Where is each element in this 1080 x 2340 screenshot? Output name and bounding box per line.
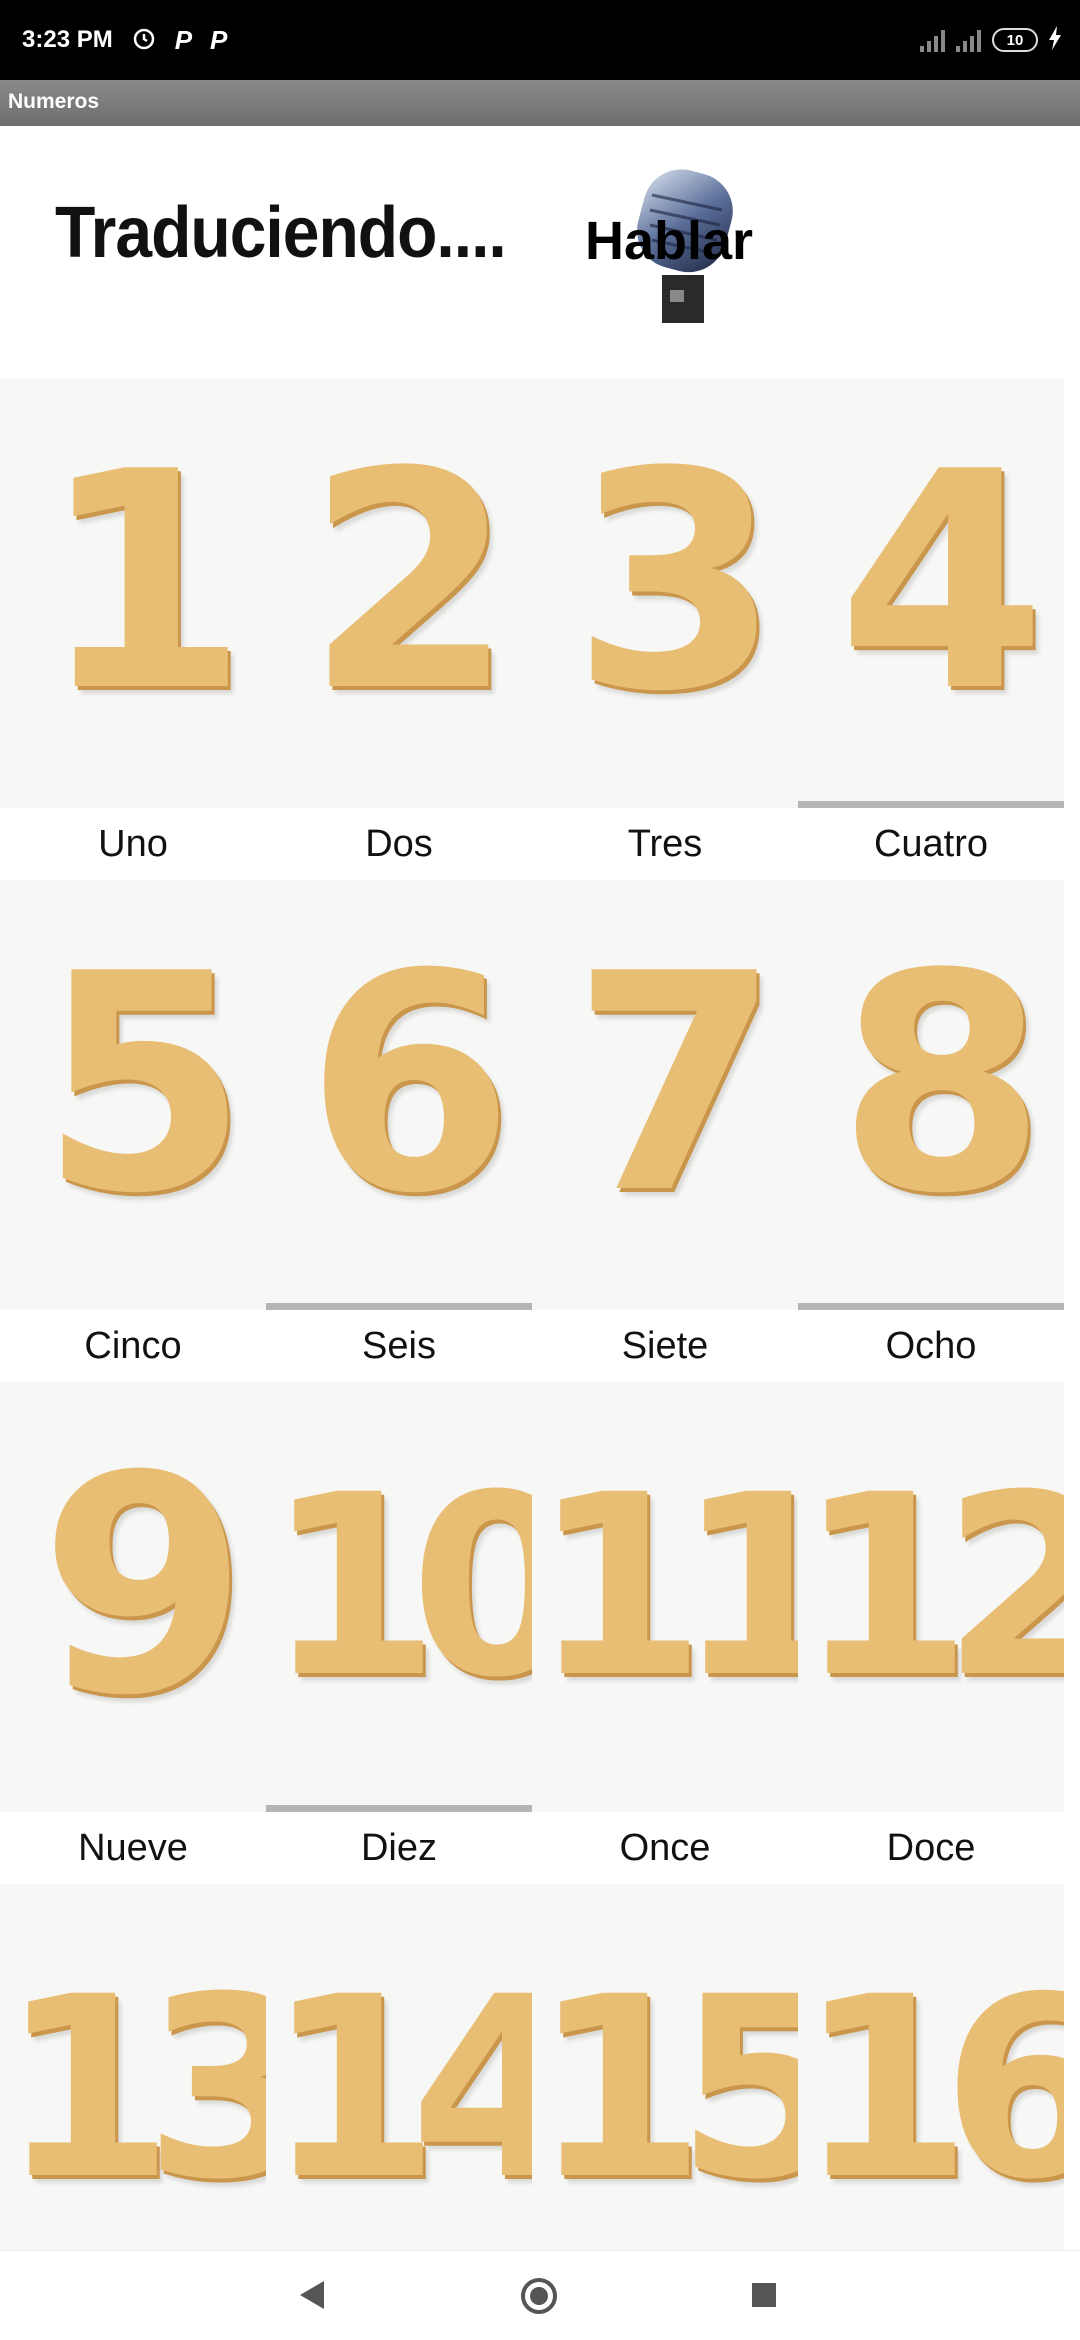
number-image: 5 <box>0 880 266 1310</box>
number-digit: 15 <box>532 1943 798 2234</box>
charging-icon <box>1048 25 1062 55</box>
number-image: 7 <box>532 880 798 1310</box>
number-image: 4 <box>798 378 1064 808</box>
number-digit: 7 <box>571 910 781 1259</box>
number-label: Tres <box>627 823 703 865</box>
speak-label[interactable]: Hablar <box>585 210 753 272</box>
battery-icon: 10 <box>992 28 1038 52</box>
number-card[interactable]: 1 Uno <box>0 378 266 880</box>
number-card[interactable]: 10 Diez <box>266 1382 532 1884</box>
number-image: 11 <box>532 1382 798 1812</box>
number-card[interactable]: 11 Once <box>532 1382 798 1884</box>
p-icon: P <box>174 24 193 55</box>
number-image: 1 <box>0 378 266 808</box>
number-digit: 2 <box>305 408 515 757</box>
number-image: 16 <box>798 1884 1064 2250</box>
number-card[interactable]: 2 Dos <box>266 378 532 880</box>
number-label: Siete <box>621 1325 709 1367</box>
number-label: Dos <box>365 823 433 865</box>
number-label: Cuatro <box>873 823 989 865</box>
navigation-bar <box>0 2250 1080 2340</box>
number-digit: 9 <box>39 1412 249 1761</box>
number-image: 15 <box>532 1884 798 2250</box>
number-card[interactable]: 8 Ocho <box>798 880 1064 1382</box>
number-image: 8 <box>798 880 1064 1310</box>
number-label: Seis <box>362 1325 436 1367</box>
number-label: Doce <box>886 1827 976 1869</box>
home-icon[interactable] <box>521 2278 557 2314</box>
number-digit: 6 <box>305 910 515 1259</box>
number-image: 12 <box>798 1382 1064 1812</box>
number-card[interactable]: 3 Tres <box>532 378 798 880</box>
number-digit: 1 <box>39 408 249 757</box>
number-card[interactable]: 15 <box>532 1884 798 2250</box>
number-label: Once <box>619 1827 711 1869</box>
signal-icon <box>956 28 982 52</box>
number-digit: 16 <box>798 1943 1064 2234</box>
number-card[interactable]: 16 <box>798 1884 1064 2250</box>
number-digit: 5 <box>39 910 249 1259</box>
number-label: Cinco <box>84 1325 182 1367</box>
number-digit: 3 <box>571 408 781 757</box>
translating-status: Traduciendo.... <box>55 191 507 273</box>
number-label: Uno <box>98 823 168 865</box>
number-image: 14 <box>266 1884 532 2250</box>
number-image: 13 <box>0 1884 266 2250</box>
status-bar: 3:23 PM P P 10 <box>0 0 1080 80</box>
number-card[interactable]: 6 Seis <box>266 880 532 1382</box>
number-digit: 13 <box>0 1943 266 2234</box>
number-digit: 8 <box>837 910 1047 1259</box>
number-image: 9 <box>0 1382 266 1812</box>
number-digit: 4 <box>837 408 1047 757</box>
back-icon[interactable] <box>300 2281 324 2309</box>
app-title: Numeros <box>8 90 100 113</box>
number-digit: 12 <box>798 1441 1064 1732</box>
number-card[interactable]: 5 Cinco <box>0 880 266 1382</box>
signal-icon <box>920 28 946 52</box>
p-icon: P <box>210 24 228 55</box>
app-bar: Numeros <box>0 80 1080 126</box>
number-label: Ocho <box>885 1325 977 1367</box>
number-card[interactable]: 12 Doce <box>798 1382 1064 1884</box>
number-image: 2 <box>266 378 532 808</box>
number-digit: 14 <box>266 1943 532 2234</box>
recent-apps-icon[interactable] <box>752 2283 776 2307</box>
number-card[interactable]: 4 Cuatro <box>798 378 1064 880</box>
number-digit: 11 <box>532 1441 798 1732</box>
number-image: 6 <box>266 880 532 1310</box>
number-card[interactable]: 13 <box>0 1884 266 2250</box>
number-image: 10 <box>266 1382 532 1812</box>
number-card[interactable]: 7 Siete <box>532 880 798 1382</box>
number-card[interactable]: 14 <box>266 1884 532 2250</box>
number-card[interactable]: 9 Nueve <box>0 1382 266 1884</box>
number-image: 3 <box>532 378 798 808</box>
number-digit: 10 <box>266 1441 532 1732</box>
alarm-icon <box>131 25 157 56</box>
status-time: 3:23 PM <box>22 26 113 53</box>
number-label: Diez <box>360 1827 438 1869</box>
number-label: Nueve <box>78 1827 188 1869</box>
